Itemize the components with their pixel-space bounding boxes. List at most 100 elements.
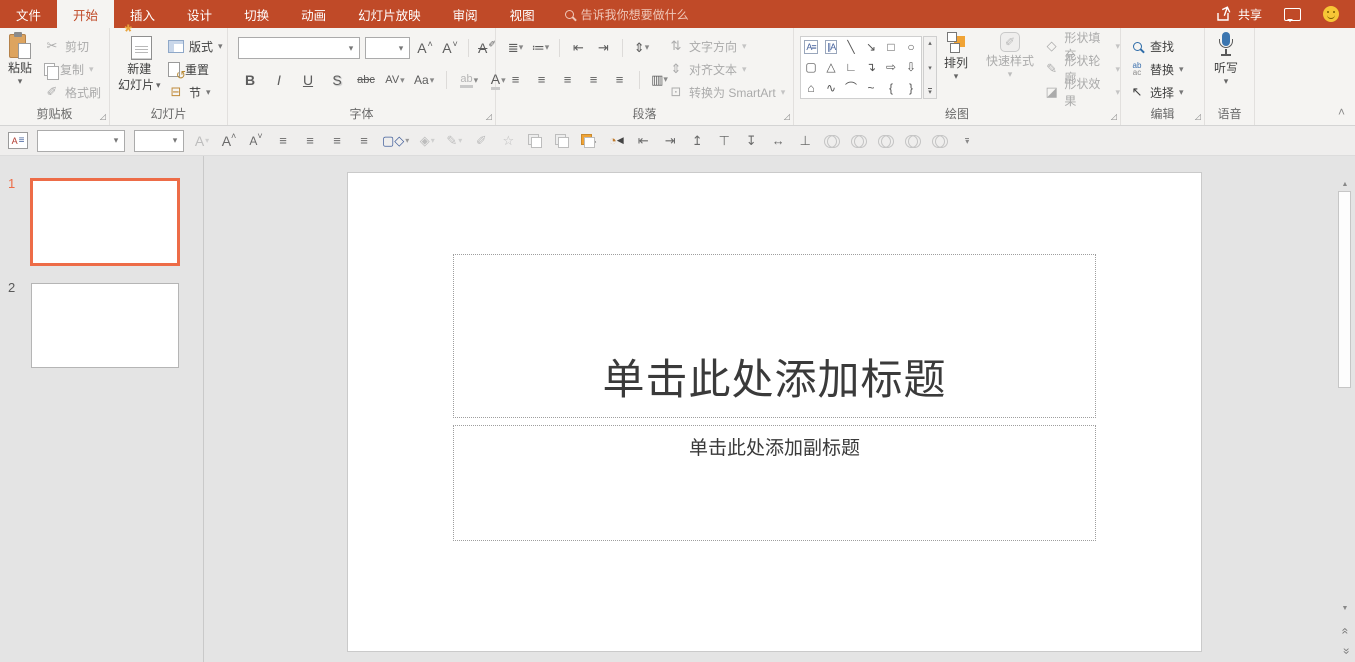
mini-merge-subtract-button[interactable] xyxy=(931,130,949,152)
shape-right-brace[interactable]: } xyxy=(909,82,913,94)
section-button[interactable]: ⊟ 节 ▾ xyxy=(168,82,211,102)
title-placeholder[interactable]: 单击此处添加标题 xyxy=(453,254,1096,418)
distribute-text-button[interactable]: ≡ xyxy=(610,70,629,89)
font-dialog-launcher[interactable]: ◿ xyxy=(486,113,492,121)
arrange-button[interactable]: 排列 ▾ xyxy=(944,32,968,80)
tab-view[interactable]: 视图 xyxy=(494,0,551,28)
share-button[interactable]: 共享 xyxy=(1215,6,1262,23)
tab-slideshow[interactable]: 幻灯片放映 xyxy=(342,0,437,28)
paste-dropdown[interactable]: ▾ xyxy=(18,77,23,85)
align-center-button[interactable]: ≡ xyxy=(532,70,551,89)
shape-textbox[interactable]: A≡ xyxy=(804,40,817,54)
font-name-combo[interactable]: ▾ xyxy=(238,37,360,59)
numbering-button[interactable]: ≔▾ xyxy=(531,38,550,57)
mini-bring-forward-button[interactable] xyxy=(526,130,544,152)
mini-merge-fragment-button[interactable] xyxy=(877,130,895,152)
cut-button[interactable]: ✂ 剪切 xyxy=(44,36,89,56)
mini-format-painter-button[interactable]: ✐ xyxy=(472,130,490,152)
shape-elbow-connector[interactable]: ∟ xyxy=(845,61,857,73)
tab-review[interactable]: 审阅 xyxy=(437,0,494,28)
strikethrough-button[interactable]: abc xyxy=(356,70,376,90)
next-slide-button[interactable]: « xyxy=(1338,644,1352,657)
textbox-tool-icon[interactable]: A≡ xyxy=(8,132,28,149)
shape-vertical-textbox[interactable]: ∥A xyxy=(825,40,838,54)
layout-button[interactable]: 版式 ▾ xyxy=(168,36,223,56)
tab-home[interactable]: 开始 xyxy=(57,0,114,28)
gallery-more-button[interactable]: ▾ xyxy=(928,88,932,96)
font-size-dropdown[interactable]: ▾ xyxy=(394,43,408,54)
mini-shape-outline-button[interactable]: ✎▾ xyxy=(445,130,463,152)
slide-2-thumbnail[interactable] xyxy=(31,283,179,368)
mini-font-size-input[interactable] xyxy=(135,131,168,151)
previous-slide-button[interactable]: « xyxy=(1338,624,1352,637)
select-button[interactable]: ↖ 选择 ▾ xyxy=(1129,82,1184,102)
scroll-down-button[interactable]: ▼ xyxy=(1338,602,1352,615)
convert-smartart-button[interactable]: ⊡ 转换为 SmartArt ▾ xyxy=(668,82,785,102)
font-size-combo[interactable]: ▾ xyxy=(365,37,410,59)
format-painter-button[interactable]: ✐ 格式刷 xyxy=(44,82,101,102)
replace-button[interactable]: abac 替换 ▾ xyxy=(1129,59,1184,79)
scrollbar-thumb[interactable] xyxy=(1338,191,1351,388)
bold-button[interactable]: B xyxy=(240,70,260,90)
tab-insert[interactable]: 插入 xyxy=(114,0,171,28)
shape-curve[interactable]: ~ xyxy=(867,82,874,94)
gallery-scroll-down[interactable]: ▾ xyxy=(928,64,932,72)
change-case-button[interactable]: Aa▾ xyxy=(414,70,434,90)
reset-button[interactable]: ↺ 重置 xyxy=(168,59,209,79)
font-size-input[interactable] xyxy=(366,38,394,58)
text-highlight-button[interactable]: ab▾ xyxy=(459,70,479,90)
italic-button[interactable]: I xyxy=(269,70,289,90)
shape-arrow[interactable]: ↘ xyxy=(866,41,876,53)
shrink-font-button[interactable]: A˅ xyxy=(440,38,460,58)
shape-line[interactable]: ╲ xyxy=(847,41,854,53)
quick-styles-button[interactable]: ✐ 快速样式 ▾ xyxy=(986,32,1034,78)
bullets-button[interactable]: ≣▾ xyxy=(506,38,525,57)
font-name-input[interactable] xyxy=(239,38,344,58)
collapse-ribbon-icon[interactable]: ˄ xyxy=(1338,105,1345,119)
tab-file[interactable]: 文件 xyxy=(0,0,57,28)
mini-merge-intersect-button[interactable] xyxy=(904,130,922,152)
justify-button[interactable]: ≡ xyxy=(584,70,603,89)
editing-dialog-launcher[interactable]: ◿ xyxy=(1195,113,1201,121)
mini-font-name-input[interactable] xyxy=(38,131,109,151)
line-spacing-button[interactable]: ⇕▾ xyxy=(632,38,651,57)
copy-button[interactable]: 复制 ▾ xyxy=(44,59,94,79)
mini-font-size-combo[interactable]: ▾ xyxy=(134,130,184,152)
find-button[interactable]: 查找 xyxy=(1129,36,1174,56)
new-slide-button[interactable]: * 新建 幻灯片 ▾ xyxy=(118,32,161,92)
mini-shrink-font-button[interactable]: A˅ xyxy=(247,130,265,152)
mini-align-left-button[interactable]: ≡ xyxy=(274,130,292,152)
mini-grow-font-button[interactable]: A˄ xyxy=(220,130,238,152)
clear-formatting-button[interactable]: A✐ xyxy=(477,38,497,58)
shape-down-arrow[interactable]: ⇩ xyxy=(906,61,916,73)
text-direction-button[interactable]: ⇅ 文字方向 ▾ xyxy=(668,36,747,56)
mini-quick-styles-button[interactable]: ☆ xyxy=(499,130,517,152)
mini-shapes-button[interactable]: ▢◇▾ xyxy=(382,130,409,152)
columns-button[interactable]: ▥▾ xyxy=(650,70,669,89)
shape-left-brace[interactable]: { xyxy=(889,82,893,94)
vertical-scrollbar[interactable]: ▲ ▼ « « xyxy=(1337,156,1353,662)
shape-elbow-arrow[interactable]: ↴ xyxy=(866,61,876,73)
align-text-button[interactable]: ⇕ 对齐文本 ▾ xyxy=(668,59,747,79)
slide-canvas[interactable]: 单击此处添加标题 单击此处添加副标题 xyxy=(347,172,1202,652)
shape-rectangle[interactable]: □ xyxy=(887,41,894,53)
mini-font-name-combo[interactable]: ▾ xyxy=(37,130,125,152)
clipboard-dialog-launcher[interactable]: ◿ xyxy=(100,113,106,121)
mini-align-center-button[interactable]: ≡ xyxy=(301,130,319,152)
dictate-button[interactable]: 听写 ▾ xyxy=(1214,32,1238,85)
text-shadow-button[interactable]: S xyxy=(327,70,347,90)
subtitle-placeholder[interactable]: 单击此处添加副标题 xyxy=(453,425,1096,541)
mini-object-center-horizontal-button[interactable]: ⊤ xyxy=(715,130,733,152)
tab-transitions[interactable]: 切换 xyxy=(228,0,285,28)
shape-triangle[interactable]: △ xyxy=(826,61,835,73)
mini-merge-combine-button[interactable] xyxy=(850,130,868,152)
mini-object-center-vertical-button[interactable]: ⊥ xyxy=(796,130,814,152)
paste-button[interactable]: 粘贴 ▾ xyxy=(8,32,32,85)
shape-arc[interactable]: ⌒ xyxy=(845,82,857,94)
decrease-indent-button[interactable]: ⇤ xyxy=(569,38,588,57)
mini-overflow-button[interactable]: ▾ xyxy=(958,130,976,152)
mini-object-distribute-button[interactable]: ↔ xyxy=(769,130,787,152)
tab-design[interactable]: 设计 xyxy=(171,0,228,28)
mini-justify-button[interactable]: ≡ xyxy=(355,130,373,152)
shape-effects-button[interactable]: ◪ 形状效果 ▾ xyxy=(1044,82,1120,102)
